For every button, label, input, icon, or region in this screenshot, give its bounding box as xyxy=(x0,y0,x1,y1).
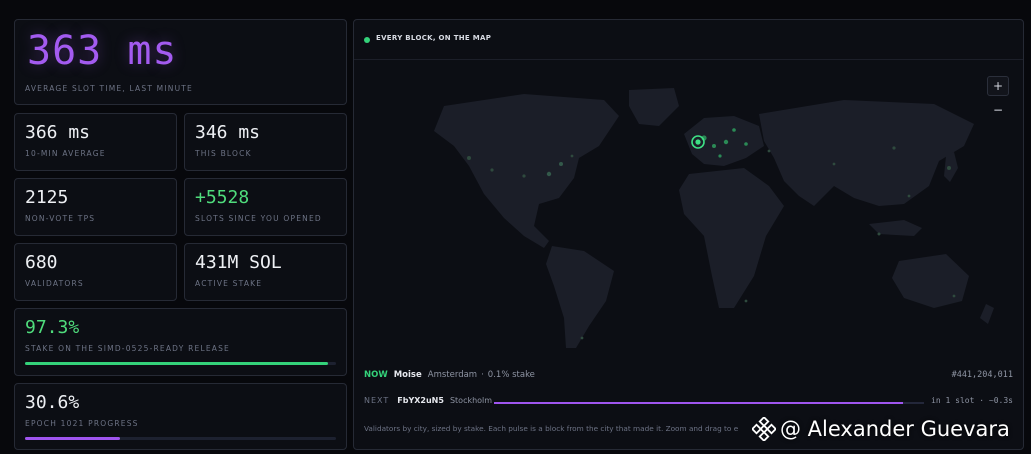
stat-label: 10-MIN AVERAGE xyxy=(25,149,106,158)
land-asia xyxy=(759,100,974,206)
next-separator: · xyxy=(979,396,985,405)
avg-slot-card: 363 ms AVERAGE SLOT TIME, LAST MINUTE xyxy=(14,19,347,105)
validator-dot xyxy=(570,154,574,158)
stake-release-label: STAKE ON THE SIMD-0525-READY RELEASE xyxy=(25,344,230,353)
map-panel: EVERY BLOCK, ON THE MAP + − NOW Moise Am… xyxy=(353,19,1024,450)
now-row: NOW Moise Amsterdam · 0.1% stake xyxy=(364,370,535,380)
now-separator: · xyxy=(481,370,484,380)
avg-slot-value: 363 ms xyxy=(27,28,178,74)
stat-value: 346 ms xyxy=(195,122,261,143)
land-south-america xyxy=(546,246,614,348)
stat-value: 2125 xyxy=(25,187,69,208)
validator-dot xyxy=(559,162,563,166)
stake-release-value: 97.3% xyxy=(25,317,80,338)
next-city: Stockholm xyxy=(449,396,493,405)
stat-card-this-block: 346 ms THIS BLOCK xyxy=(184,113,347,171)
stat-label: VALIDATORS xyxy=(25,279,84,288)
next-delta: ~0.3s xyxy=(988,396,1013,405)
now-city: Amsterdam xyxy=(427,370,478,380)
validator-dot xyxy=(467,156,471,160)
stat-label: THIS BLOCK xyxy=(195,149,252,158)
validator-dot xyxy=(907,194,911,198)
stat-label: ACTIVE STAKE xyxy=(195,279,263,288)
land-new-zealand xyxy=(980,304,994,324)
stat-value: +5528 xyxy=(195,187,250,208)
map-header: EVERY BLOCK, ON THE MAP xyxy=(354,20,1023,60)
stake-release-bar-fill xyxy=(25,362,328,365)
stat-value: 366 ms xyxy=(25,122,91,143)
epoch-label: EPOCH 1021 PROGRESS xyxy=(25,419,139,428)
epoch-card: 30.6% EPOCH 1021 PROGRESS xyxy=(14,383,347,450)
validator-dot xyxy=(947,166,951,170)
validator-dot xyxy=(877,232,881,236)
now-stake: 0.1% stake xyxy=(487,370,535,380)
validator-dot xyxy=(723,139,729,145)
validator-dot xyxy=(490,168,494,172)
stake-release-bar xyxy=(25,362,336,365)
stat-card-slots: +5528 SLOTS SINCE YOU OPENED xyxy=(184,178,347,236)
land-greenland xyxy=(629,88,679,126)
validator-dot xyxy=(744,299,748,303)
validator-dot xyxy=(712,144,716,148)
epoch-bar-fill xyxy=(25,437,121,440)
zoom-out-button[interactable]: − xyxy=(987,100,1009,120)
next-eta-text: in 1 slot xyxy=(931,396,975,405)
land-north-america xyxy=(434,94,619,248)
land-australia xyxy=(892,254,969,308)
live-dot-icon xyxy=(364,37,370,43)
map-title: EVERY BLOCK, ON THE MAP xyxy=(376,34,492,42)
validator-dot xyxy=(892,146,896,150)
now-tag: NOW xyxy=(364,370,388,380)
next-progress-bar xyxy=(494,402,924,404)
land-japan xyxy=(944,152,958,182)
world-map[interactable] xyxy=(374,86,1004,356)
epoch-value: 30.6% xyxy=(25,392,80,413)
validator-dot xyxy=(546,171,552,177)
stat-card-stake: 431M SOL ACTIVE STAKE xyxy=(184,243,347,301)
next-progress-fill xyxy=(494,402,903,404)
validator-dot xyxy=(718,154,722,158)
stat-card-validators: 680 VALIDATORS xyxy=(14,243,177,301)
land-africa xyxy=(679,168,784,308)
avg-slot-label: AVERAGE SLOT TIME, LAST MINUTE xyxy=(25,84,193,93)
next-tag: NEXT xyxy=(364,396,390,405)
stat-label: NON-VOTE TPS xyxy=(25,214,96,223)
land-indonesia xyxy=(869,220,922,236)
map-footnote: Validators by city, sized by stake. Each… xyxy=(364,424,739,433)
stat-value: 680 xyxy=(25,252,58,273)
block-number: #441,204,011 xyxy=(951,370,1013,380)
next-eta: in 1 slot · ~0.3s xyxy=(931,396,1013,405)
validator-dot xyxy=(522,174,526,178)
watermark: @ Alexander Guevara xyxy=(752,414,1010,444)
now-validator[interactable]: Moise xyxy=(394,370,422,380)
stake-release-card: 97.3% STAKE ON THE SIMD-0525-READY RELEA… xyxy=(14,308,347,376)
next-validator[interactable]: FbYX2uN5 xyxy=(397,396,444,405)
validator-dot xyxy=(767,149,771,153)
watermark-text: @ Alexander Guevara xyxy=(780,417,1010,441)
binance-logo-icon xyxy=(752,417,776,441)
stat-value: 431M SOL xyxy=(195,252,282,273)
stat-card-10min: 366 ms 10-MIN AVERAGE xyxy=(14,113,177,171)
next-row: NEXT FbYX2uN5 Stockholm xyxy=(364,396,492,405)
zoom-in-button[interactable]: + xyxy=(987,76,1009,96)
active-block-dot xyxy=(695,139,701,145)
validator-dot xyxy=(952,294,956,298)
continents xyxy=(434,88,994,348)
validator-dot xyxy=(832,162,836,166)
validator-dot xyxy=(744,142,748,146)
epoch-bar xyxy=(25,437,336,440)
stat-card-tps: 2125 NON-VOTE TPS xyxy=(14,178,177,236)
stat-label: SLOTS SINCE YOU OPENED xyxy=(195,214,322,223)
validator-dot xyxy=(732,128,736,132)
validator-dot xyxy=(580,336,584,340)
